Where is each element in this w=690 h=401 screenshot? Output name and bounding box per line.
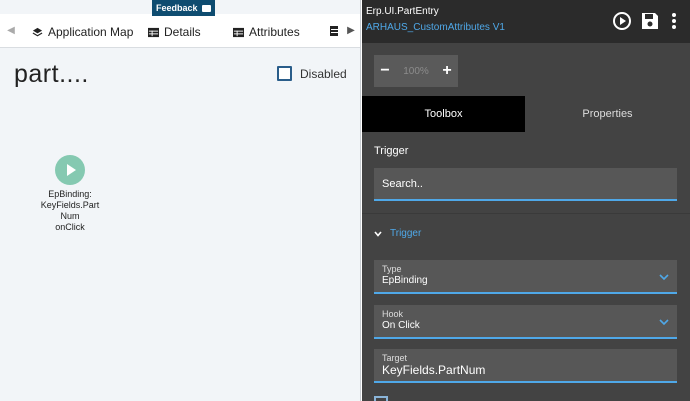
divider <box>362 213 690 214</box>
page-title: part.... <box>14 60 89 88</box>
disabled-label: Disabled <box>300 66 347 81</box>
tab-properties[interactable]: Properties <box>525 96 690 132</box>
tab-details[interactable]: Details <box>148 23 201 41</box>
zoom-out-button[interactable]: − <box>378 63 392 79</box>
designer-canvas-pane: ◀ Application Map Details Attributes ▶ F… <box>0 0 361 401</box>
zoom-in-button[interactable]: + <box>440 63 454 79</box>
play-icon <box>55 155 85 185</box>
save-icon[interactable] <box>640 11 660 31</box>
type-select[interactable]: Type EpBinding <box>374 260 677 294</box>
hook-value: On Click <box>382 320 420 331</box>
panel-header: Erp.UI.PartEntry ARHAUS_CustomAttributes… <box>362 0 690 43</box>
tab-application-map[interactable]: Application Map <box>32 23 133 41</box>
tab-label: Application Map <box>48 25 134 39</box>
trigger-group-label: Trigger <box>390 228 422 239</box>
trigger-node-label: EpBinding: KeyFields.Part Num onClick <box>40 189 100 232</box>
tab-attributes[interactable]: Attributes <box>233 23 300 41</box>
panel-title: Erp.UI.PartEntry <box>366 6 439 17</box>
tab-scroll-right-icon[interactable]: ▶ <box>346 24 356 38</box>
more-vert-icon[interactable] <box>666 11 682 31</box>
tab-scroll-left-icon[interactable]: ◀ <box>6 24 16 38</box>
panel-subtitle[interactable]: ARHAUS_CustomAttributes V1 <box>366 22 505 33</box>
chevron-down-icon <box>659 274 669 281</box>
disabled-toggle[interactable]: Disabled <box>277 66 347 81</box>
layers-icon <box>32 27 43 36</box>
properties-panel: Erp.UI.PartEntry ARHAUS_CustomAttributes… <box>362 0 690 401</box>
grid-icon[interactable] <box>330 25 338 37</box>
disabled-checkbox[interactable] <box>277 66 292 81</box>
target-value: KeyFields.PartNum <box>382 363 486 377</box>
hook-select[interactable]: Hook On Click <box>374 305 677 339</box>
target-label: Target <box>382 353 408 363</box>
tab-bar: ◀ Application Map Details Attributes ▶ <box>0 14 360 48</box>
search-input[interactable]: Search.. <box>374 168 677 201</box>
target-field[interactable]: Target KeyFields.PartNum <box>374 349 677 383</box>
zoom-control: − 100% + <box>374 55 458 87</box>
hook-label: Hook <box>382 309 404 319</box>
tab-label: Attributes <box>249 25 300 39</box>
type-value: EpBinding <box>382 275 428 286</box>
trigger-group-header[interactable]: Trigger <box>374 228 421 239</box>
chevron-down-icon <box>374 230 382 237</box>
chevron-down-icon <box>659 319 669 326</box>
tab-toolbox[interactable]: Toolbox <box>362 96 525 132</box>
grid-icon <box>148 27 159 37</box>
checkbox[interactable] <box>374 396 388 401</box>
trigger-node[interactable]: EpBinding: KeyFields.Part Num onClick <box>30 155 110 233</box>
run-icon[interactable] <box>612 11 632 31</box>
section-label: Trigger <box>374 145 409 157</box>
chat-icon <box>201 4 211 12</box>
type-label: Type <box>382 264 402 274</box>
feedback-button[interactable]: Feedback <box>152 0 215 16</box>
tab-label: Details <box>164 25 201 39</box>
grid-icon <box>233 27 244 37</box>
panel-tabs: Toolbox Properties <box>362 96 690 132</box>
feedback-label: Feedback <box>156 3 198 13</box>
zoom-level: 100% <box>403 65 429 77</box>
search-placeholder: Search.. <box>382 177 423 190</box>
